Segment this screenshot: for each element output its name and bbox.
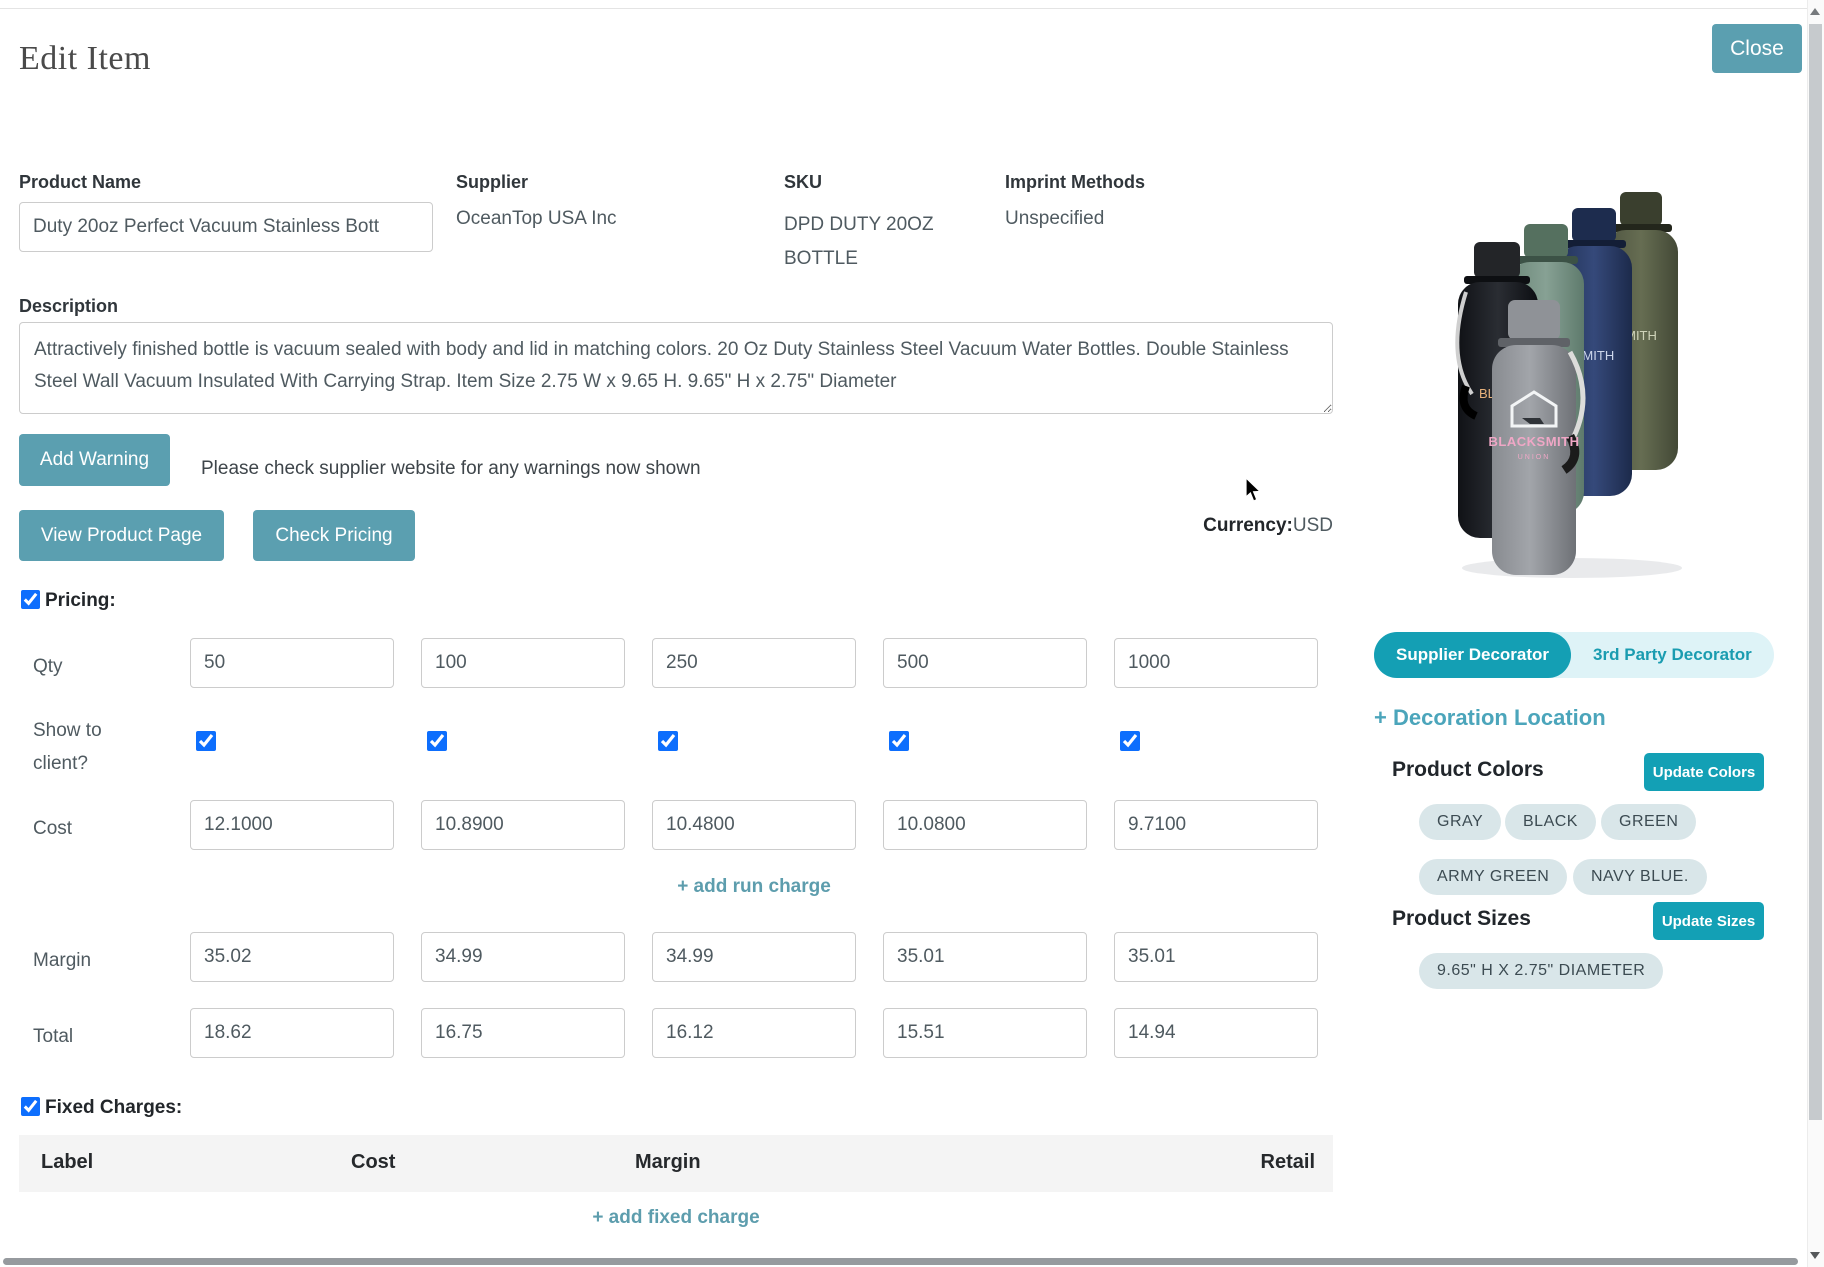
color-chip-gray: GRAY [1419, 804, 1501, 840]
fixed-charges-section-label: Fixed Charges: [45, 1097, 182, 1119]
show-to-client-checkbox-5[interactable] [1120, 731, 1140, 751]
qty-row-label: Qty [33, 650, 133, 683]
margin-input-2[interactable] [421, 932, 625, 982]
fixed-charges-section-checkbox[interactable] [21, 1097, 40, 1116]
product-image: MITH SMITH SMITH [1452, 180, 1700, 580]
scroll-up-icon[interactable] [1810, 8, 1820, 15]
supplier-value: OceanTop USA Inc [456, 208, 617, 230]
qty-input-4[interactable] [883, 638, 1087, 688]
product-name-label: Product Name [19, 172, 141, 193]
tab-supplier-decorator[interactable]: Supplier Decorator [1374, 632, 1571, 678]
show-to-client-checkbox-4[interactable] [889, 731, 909, 751]
fc-header-cost: Cost [351, 1151, 395, 1174]
qty-input-1[interactable] [190, 638, 394, 688]
total-input-5[interactable] [1114, 1008, 1318, 1058]
color-chip-navy-blue: NAVY BLUE. [1573, 859, 1707, 895]
size-chip: 9.65" H X 2.75" DIAMETER [1419, 953, 1663, 989]
fixed-charges-header-row: Label Cost Margin Retail [19, 1135, 1333, 1192]
supplier-label: Supplier [456, 172, 528, 193]
add-decoration-location-link[interactable]: + Decoration Location [1374, 705, 1606, 731]
cost-row-label: Cost [33, 812, 133, 845]
color-chip-green: GREEN [1601, 804, 1696, 840]
currency-display: Currency:USD [1203, 515, 1333, 537]
fc-header-label: Label [41, 1151, 93, 1174]
add-fixed-charge-link[interactable]: + add fixed charge [19, 1207, 1333, 1229]
margin-input-4[interactable] [883, 932, 1087, 982]
warning-note: Please check supplier website for any wa… [201, 458, 701, 480]
total-input-3[interactable] [652, 1008, 856, 1058]
sku-label: SKU [784, 172, 822, 193]
description-textarea[interactable]: Attractively finished bottle is vacuum s… [19, 322, 1333, 414]
margin-input-1[interactable] [190, 932, 394, 982]
margin-input-3[interactable] [652, 932, 856, 982]
total-row-label: Total [33, 1020, 133, 1053]
currency-label: Currency: [1203, 515, 1293, 536]
show-to-client-checkbox-3[interactable] [658, 731, 678, 751]
bottle-gray-front: BLACKSMITH UNION [1489, 300, 1583, 575]
color-chip-army-green: ARMY GREEN [1419, 859, 1567, 895]
update-sizes-button[interactable]: Update Sizes [1653, 902, 1764, 940]
cost-input-4[interactable] [883, 800, 1087, 850]
check-pricing-button[interactable]: Check Pricing [253, 510, 415, 561]
cost-input-1[interactable] [190, 800, 394, 850]
tab-3rd-party-decorator[interactable]: 3rd Party Decorator [1571, 632, 1774, 678]
show-to-client-checkbox-2[interactable] [427, 731, 447, 751]
add-run-charge-link[interactable]: + add run charge [190, 876, 1318, 898]
total-input-1[interactable] [190, 1008, 394, 1058]
total-input-4[interactable] [883, 1008, 1087, 1058]
pricing-section-checkbox[interactable] [21, 590, 40, 609]
total-input-2[interactable] [421, 1008, 625, 1058]
view-product-page-button[interactable]: View Product Page [19, 510, 224, 561]
margin-input-5[interactable] [1114, 932, 1318, 982]
fc-header-margin: Margin [635, 1151, 701, 1174]
add-warning-button[interactable]: Add Warning [19, 434, 170, 486]
svg-text:BLACKSMITH: BLACKSMITH [1489, 434, 1580, 449]
product-sizes-label: Product Sizes [1392, 907, 1531, 931]
close-button[interactable]: Close [1712, 24, 1802, 73]
update-colors-button[interactable]: Update Colors [1644, 753, 1764, 791]
show-to-client-checkbox-1[interactable] [196, 731, 216, 751]
qty-input-3[interactable] [652, 638, 856, 688]
decorator-toggle: Supplier Decorator 3rd Party Decorator [1374, 632, 1774, 678]
cost-input-2[interactable] [421, 800, 625, 850]
imprint-methods-value: Unspecified [1005, 208, 1104, 230]
edit-item-modal: Edit Item Close Product Name Supplier SK… [0, 0, 1824, 1267]
modal-top-border [0, 8, 1807, 9]
product-colors-label: Product Colors [1392, 758, 1544, 782]
cost-input-5[interactable] [1114, 800, 1318, 850]
vertical-scrollbar-thumb[interactable] [1809, 24, 1822, 1120]
qty-input-5[interactable] [1114, 638, 1318, 688]
cost-input-3[interactable] [652, 800, 856, 850]
qty-input-2[interactable] [421, 638, 625, 688]
mouse-cursor-icon [1245, 478, 1267, 509]
show-to-client-label: Show to client? [33, 714, 117, 780]
margin-row-label: Margin [33, 944, 133, 977]
vertical-scrollbar[interactable] [1807, 0, 1824, 1267]
product-name-input[interactable] [19, 202, 433, 252]
page-title: Edit Item [19, 40, 151, 78]
currency-value: USD [1293, 515, 1333, 536]
scroll-down-icon[interactable] [1810, 1252, 1820, 1259]
color-chip-black: BLACK [1505, 804, 1596, 840]
pricing-section-label: Pricing: [45, 590, 116, 612]
description-label: Description [19, 296, 118, 317]
imprint-methods-label: Imprint Methods [1005, 172, 1145, 193]
horizontal-scrollbar-thumb[interactable] [3, 1258, 1798, 1265]
sku-value: DPD DUTY 20OZ BOTTLE [784, 208, 964, 276]
svg-text:UNION: UNION [1518, 454, 1551, 461]
fc-header-retail: Retail [1261, 1151, 1315, 1174]
